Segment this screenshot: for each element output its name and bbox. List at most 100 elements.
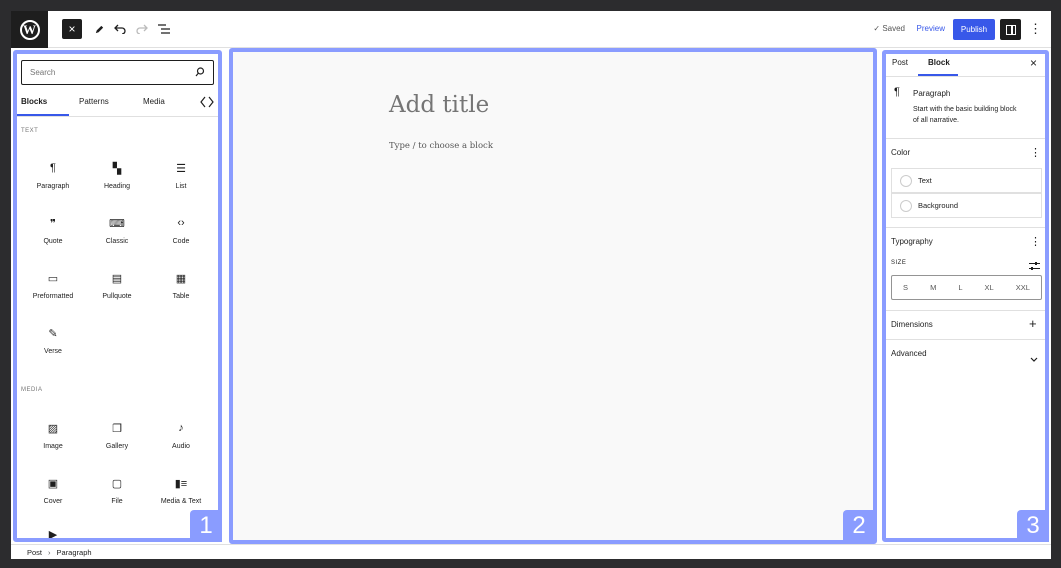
size-option-s[interactable]: S — [903, 283, 908, 292]
breadcrumb-item-paragraph[interactable]: Paragraph — [57, 548, 92, 557]
chevrons-icon — [200, 96, 214, 108]
close-icon: × — [68, 22, 76, 36]
font-size-picker: S M L XL XXL — [891, 275, 1042, 300]
size-option-m[interactable]: M — [930, 283, 936, 292]
undo-button[interactable] — [112, 19, 128, 39]
close-sidebar-button[interactable]: × — [1030, 56, 1037, 70]
dimensions-add-button[interactable]: + — [1029, 316, 1037, 331]
advanced-panel-title[interactable]: Advanced — [891, 349, 927, 358]
block-label: Media & Text — [160, 498, 202, 505]
document-overview-button[interactable] — [156, 19, 172, 39]
gallery-icon: ❐ — [112, 422, 122, 435]
divider — [886, 76, 1046, 77]
top-toolbar: W × ✓ Saved Preview Publish ⋮ — [11, 11, 1051, 48]
search-icon[interactable] — [195, 67, 205, 77]
cover-icon: ▣ — [47, 477, 59, 490]
typography-panel-title[interactable]: Typography — [891, 237, 933, 246]
color-item-label: Background — [918, 201, 959, 210]
redo-button[interactable] — [134, 19, 150, 39]
block-list[interactable]: ☰ List — [149, 153, 213, 203]
block-video[interactable]: ▶ — [21, 522, 85, 540]
pullquote-icon: ▤ — [111, 272, 123, 285]
size-option-xxl[interactable]: XXL — [1016, 283, 1030, 292]
size-option-l[interactable]: L — [958, 283, 962, 292]
badge-3: 3 — [1017, 510, 1049, 542]
more-vertical-icon: ⋮ — [1029, 21, 1042, 36]
close-inserter-button[interactable]: × — [62, 19, 82, 39]
block-heading[interactable]: ▚ Heading — [85, 153, 149, 203]
feather-icon: ✎ — [48, 327, 58, 340]
block-label: Pullquote — [102, 293, 132, 300]
block-code[interactable]: ‹› Code — [149, 208, 213, 258]
size-option-xl[interactable]: XL — [985, 283, 994, 292]
preformatted-icon: ▭ — [47, 272, 59, 285]
block-classic[interactable]: ⌨ Classic — [85, 208, 149, 258]
block-search[interactable] — [21, 60, 214, 85]
color-swatch-icon — [900, 199, 912, 212]
block-gallery[interactable]: ❐ Gallery — [85, 413, 149, 463]
advanced-toggle[interactable] — [1030, 350, 1038, 368]
block-paragraph[interactable]: ¶ Paragraph — [21, 153, 85, 203]
tab-block[interactable]: Block — [928, 58, 950, 67]
dimensions-panel-title[interactable]: Dimensions — [891, 320, 933, 329]
tools-button[interactable] — [91, 19, 107, 39]
badge-1: 1 — [190, 510, 222, 542]
preview-button[interactable]: Preview — [917, 24, 945, 33]
wordpress-logo-icon[interactable]: W — [11, 11, 48, 48]
typography-options-button[interactable]: ⋮ — [1030, 235, 1041, 248]
block-label: Cover — [43, 498, 63, 505]
sidebar-icon — [1005, 24, 1016, 35]
tab-blocks[interactable]: Blocks — [21, 97, 47, 106]
undo-icon — [114, 24, 126, 34]
block-label: Image — [43, 443, 63, 450]
options-menu-button[interactable]: ⋮ — [1029, 21, 1042, 37]
block-audio[interactable]: ♪ Audio — [149, 413, 213, 463]
post-title-placeholder[interactable]: Add title — [389, 92, 489, 118]
close-icon: × — [1030, 56, 1038, 70]
settings-toggle-button[interactable] — [1000, 19, 1021, 40]
block-table[interactable]: ▦ Table — [149, 263, 213, 313]
tab-post[interactable]: Post — [892, 58, 908, 67]
block-verse[interactable]: ✎ Verse — [21, 318, 85, 368]
code-icon: ‹› — [177, 217, 185, 229]
publish-button[interactable]: Publish — [953, 19, 995, 40]
block-label: Paragraph — [36, 183, 70, 190]
color-background-item[interactable]: Background — [891, 193, 1042, 218]
tab-media[interactable]: Media — [143, 97, 165, 106]
color-panel-title[interactable]: Color — [891, 148, 910, 157]
color-options-button[interactable]: ⋮ — [1030, 146, 1041, 159]
color-text-item[interactable]: Text — [891, 168, 1042, 193]
paragraph-placeholder[interactable]: Type / to choose a block — [389, 141, 493, 151]
image-icon: ▨ — [47, 422, 59, 435]
plus-icon: + — [1029, 316, 1037, 331]
block-preformatted[interactable]: ▭ Preformatted — [21, 263, 85, 313]
settings-sliders-icon — [1029, 262, 1040, 270]
breadcrumb-separator-icon: › — [48, 547, 51, 557]
keyboard-icon: ⌨ — [109, 217, 125, 230]
breadcrumb-item-post[interactable]: Post — [27, 548, 42, 557]
block-quote[interactable]: ❞ Quote — [21, 208, 85, 258]
block-pullquote[interactable]: ▤ Pullquote — [85, 263, 149, 313]
custom-size-toggle[interactable] — [1029, 258, 1040, 276]
block-label: List — [175, 183, 187, 190]
block-label: Table — [172, 293, 190, 300]
divider — [886, 227, 1046, 228]
section-heading-media: MEDIA — [21, 387, 43, 393]
wordpress-logo-text: W — [19, 19, 40, 40]
color-item-label: Text — [918, 176, 932, 185]
block-label: File — [111, 498, 123, 505]
search-input[interactable] — [22, 61, 182, 84]
block-cover[interactable]: ▣ Cover — [21, 468, 85, 518]
breadcrumb: Post › Paragraph — [11, 544, 1051, 559]
redo-icon — [136, 24, 148, 34]
block-label: Heading — [103, 183, 131, 190]
block-file[interactable]: ▢ File — [85, 468, 149, 518]
block-image[interactable]: ▨ Image — [21, 413, 85, 463]
section-heading-text: TEXT — [21, 128, 39, 134]
tab-patterns[interactable]: Patterns — [79, 97, 109, 106]
divider — [886, 310, 1046, 311]
block-label: Classic — [105, 238, 129, 245]
editor-canvas[interactable] — [229, 48, 877, 544]
block-label: Quote — [43, 238, 63, 245]
close-panel-button[interactable] — [200, 95, 214, 113]
